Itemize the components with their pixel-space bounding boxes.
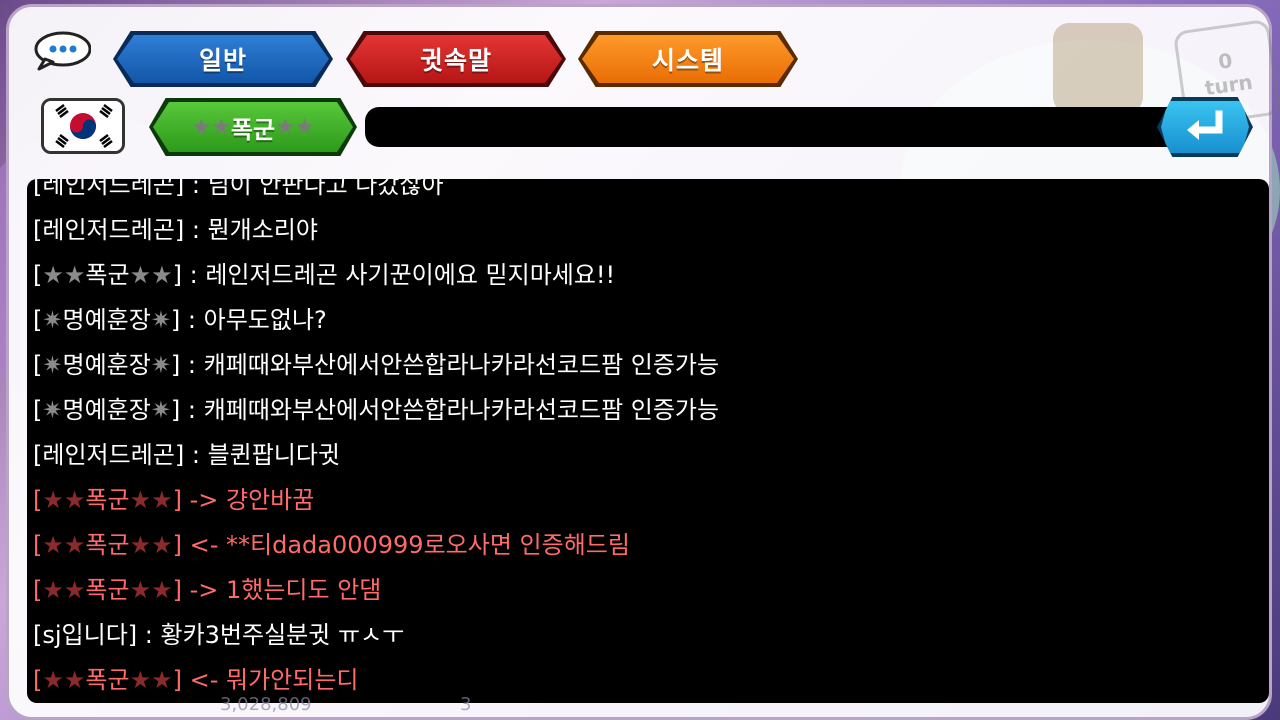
chat-message[interactable]: [✷명예훈장✷] : 캐페때와부산에서안쓴합라나카라선코드팜 인증가능 — [33, 343, 1269, 388]
message-text: ] : 님이 안판다고 나갔잖아 — [174, 179, 444, 199]
message-sender: 폭군 — [85, 531, 130, 559]
rank-icon: ✷ — [42, 396, 63, 424]
tab-system-label: 시스템 — [651, 46, 724, 75]
tab-system[interactable]: 시스템 — [578, 31, 798, 87]
rank-icon: ✷ — [150, 396, 171, 424]
chat-bubble-icon[interactable] — [33, 31, 92, 71]
chat-message[interactable]: [★★폭군★★] : 레인저드레곤 사기꾼이에요 믿지마세요!! — [33, 253, 1269, 298]
message-text: ] : 캐페때와부산에서안쓴합라나카라선코드팜 인증가능 — [170, 396, 720, 424]
message-bracket: [ — [33, 216, 43, 244]
rank-icon: ✷ — [150, 306, 171, 334]
chat-message[interactable]: [✷명예훈장✷] : 캐페때와부산에서안쓴합라나카라선코드팜 인증가능 — [33, 388, 1269, 433]
message-bracket: [ — [33, 486, 43, 514]
message-sender: 명예훈장 — [62, 306, 151, 334]
message-bracket: [ — [33, 441, 43, 469]
message-sender: 폭군 — [85, 576, 130, 604]
whisper-target-name: 폭군 — [230, 115, 276, 144]
message-text: ] -> 걍안바꿈 — [172, 486, 315, 514]
rank-icon: ✷ — [150, 351, 171, 379]
rank-icon: ★★ — [42, 531, 86, 559]
message-bracket: [ — [33, 576, 43, 604]
tab-general-label: 일반 — [198, 46, 247, 75]
message-text: ] <- **티dada000999로오사면 인증해드림 — [172, 531, 630, 559]
rank-icon: ★★ — [129, 531, 173, 559]
chat-message[interactable]: [레인저드레곤] : 님이 안판다고 나갔잖아 — [33, 179, 1269, 208]
chat-input[interactable] — [365, 107, 1173, 147]
rank-icon: ★★ — [129, 666, 173, 694]
korea-flag-icon[interactable] — [41, 98, 125, 154]
enter-arrow-icon — [1187, 110, 1223, 140]
message-bracket: [ — [33, 531, 43, 559]
send-button[interactable] — [1157, 97, 1253, 157]
tab-general[interactable]: 일반 — [113, 31, 333, 87]
tab-whisper-label: 귓속말 — [419, 46, 492, 75]
message-bracket: [ — [33, 351, 43, 379]
whisper-message[interactable]: [★★폭군★★] -> 걍안바꿈 — [33, 478, 1269, 523]
currency-peek: 3,028,809 3 — [220, 694, 472, 715]
rank-stars-icon: ★★ — [275, 114, 315, 140]
rank-icon: ✷ — [42, 351, 63, 379]
message-sender: 레인저드레곤 — [42, 216, 175, 244]
rank-icon: ★★ — [42, 261, 86, 289]
message-sender: 레인저드레곤 — [42, 441, 175, 469]
message-sender: 폭군 — [85, 261, 130, 289]
chat-message[interactable]: [레인저드레곤] : 뭔개소리야 — [33, 208, 1269, 253]
chat-lines: [레인저드레곤] : 님이 안판다고 나갔잖아 [레인저드레곤] : 뭔개소리야[… — [33, 179, 1269, 703]
rank-icon: ★★ — [129, 576, 173, 604]
message-bracket: [ — [33, 306, 43, 334]
whisper-target-button[interactable]: ★★ 폭군 ★★ — [149, 98, 357, 156]
message-bracket: [ — [33, 261, 43, 289]
message-text: ] : 블퀸팝니다귓 — [174, 441, 341, 469]
message-text: ] <- 뭐가안되는디 — [172, 666, 359, 694]
message-sender: 폭군 — [85, 486, 130, 514]
rank-icon: ★★ — [129, 261, 173, 289]
message-text: ] : 황카3번주실분귓 ㅠㅅㅜ — [127, 621, 405, 649]
message-sender: 폭군 — [85, 666, 130, 694]
rank-icon: ★★ — [42, 666, 86, 694]
chat-log[interactable]: [레인저드레곤] : 님이 안판다고 나갔잖아 [레인저드레곤] : 뭔개소리야[… — [27, 179, 1269, 703]
chat-panel: 0 turn 일반 귓속말 시스템 ★★ 폭군 ★★ [레인저드레곤]: 님이… — [6, 4, 1280, 720]
message-bracket: [ — [33, 396, 43, 424]
rank-icon: ✷ — [42, 306, 63, 334]
rank-stars-icon: ★★ — [191, 114, 231, 140]
message-sender: 명예훈장 — [62, 351, 151, 379]
message-bracket: [ — [33, 666, 43, 694]
message-bracket: [ — [33, 179, 43, 199]
message-sender: sj입니다 — [42, 621, 128, 649]
whisper-message[interactable]: [★★폭군★★] <- **티dada000999로오사면 인증해드림 — [33, 523, 1269, 568]
rank-icon: ★★ — [42, 576, 86, 604]
whisper-message[interactable]: [★★폭군★★] -> 1했는디도 안댐 — [33, 568, 1269, 613]
message-text: ] : 뭔개소리야 — [174, 216, 318, 244]
chat-message[interactable]: [sj입니다] : 황카3번주실분귓 ㅠㅅㅜ — [33, 613, 1269, 658]
chat-message[interactable]: [✷명예훈장✷] : 아무도없나? — [33, 298, 1269, 343]
message-text: ] : 아무도없나? — [170, 306, 327, 334]
message-text: ] : 레인저드레곤 사기꾼이에요 믿지마세요!! — [172, 261, 616, 289]
message-text: ] : 캐페때와부산에서안쓴합라나카라선코드팜 인증가능 — [170, 351, 720, 379]
treasure-chest-icon — [1053, 23, 1143, 113]
tab-whisper[interactable]: 귓속말 — [346, 31, 566, 87]
message-sender: 명예훈장 — [62, 396, 151, 424]
message-sender: 레인저드레곤 — [42, 179, 175, 199]
rank-icon: ★★ — [129, 486, 173, 514]
message-bracket: [ — [33, 621, 43, 649]
message-text: ] -> 1했는디도 안댐 — [172, 576, 382, 604]
chat-message[interactable]: [레인저드레곤] : 블퀸팝니다귓 — [33, 433, 1269, 478]
rank-icon: ★★ — [42, 486, 86, 514]
